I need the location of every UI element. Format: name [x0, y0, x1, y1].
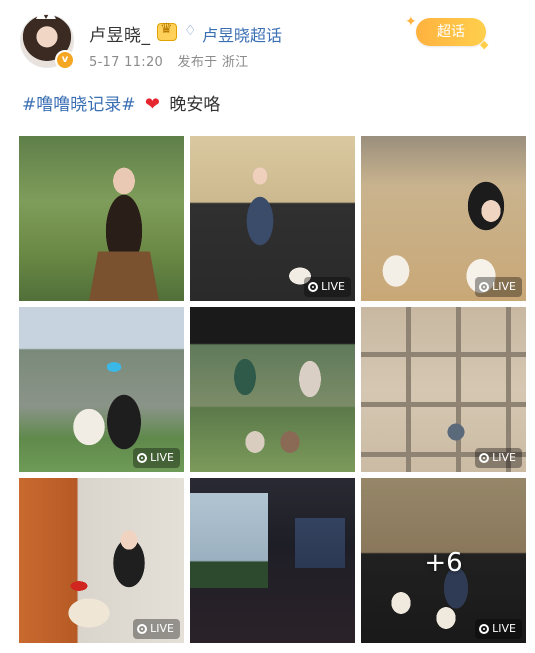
post-body: 晚安咯 — [169, 95, 221, 115]
photo-cell-6[interactable]: LIVE — [361, 307, 526, 472]
photo-cell-3[interactable]: LIVE — [361, 136, 526, 301]
live-icon — [137, 453, 148, 463]
live-badge: LIVE — [133, 619, 180, 639]
tag-icon: ◆ — [480, 38, 489, 51]
username[interactable]: 卢昱晓_ — [89, 21, 151, 46]
live-badge: LIVE — [475, 277, 522, 297]
live-icon — [479, 453, 490, 463]
diamond-icon: ♢ — [184, 23, 197, 39]
cat-ears-icon — [36, 10, 56, 20]
sparkle-icon: ✦ — [405, 14, 417, 30]
live-icon — [479, 624, 490, 634]
live-badge: LIVE — [304, 277, 351, 297]
supertopic-badge[interactable]: 超话 — [416, 18, 486, 46]
supertopic-link[interactable]: 卢昱晓超话 — [202, 22, 282, 46]
weibo-post-card: v 卢昱晓_ ♢ 卢昱晓超话 5-17 11:20 发布于 浙江 ✦ 超话 ◆ … — [0, 0, 535, 653]
live-badge: LIVE — [475, 619, 522, 639]
more-photos-count: +6 — [424, 548, 463, 578]
photo-grid: LIVE LIVE LIVE LIVE LIVE +6 LIVE — [19, 136, 526, 643]
photo-cell-1[interactable] — [19, 136, 184, 301]
live-icon — [137, 624, 148, 634]
post-date: 5-17 11:20 — [89, 55, 164, 70]
live-icon — [479, 282, 490, 292]
live-badge: LIVE — [475, 448, 522, 468]
photo-cell-5[interactable] — [190, 307, 355, 472]
crown-icon[interactable] — [157, 21, 177, 41]
live-badge: LIVE — [133, 448, 180, 468]
post-header: v 卢昱晓_ ♢ 卢昱晓超话 5-17 11:20 发布于 浙江 ✦ 超话 ◆ — [0, 0, 535, 80]
hashtag-link[interactable]: #噜噜晓记录# — [22, 95, 136, 115]
verified-icon: v — [55, 50, 75, 70]
heart-icon: ❤ — [144, 94, 160, 115]
post-meta: 5-17 11:20 发布于 浙江 — [89, 51, 258, 70]
post-text: #噜噜晓记录# ❤ 晚安咯 — [22, 90, 220, 115]
photo-cell-7[interactable]: LIVE — [19, 478, 184, 643]
photo-cell-4[interactable]: LIVE — [19, 307, 184, 472]
photo-cell-9[interactable]: +6 LIVE — [361, 478, 526, 643]
live-icon — [308, 282, 319, 292]
post-source: 发布于 浙江 — [177, 55, 249, 70]
photo-cell-8[interactable] — [190, 478, 355, 643]
photo-cell-2[interactable]: LIVE — [190, 136, 355, 301]
